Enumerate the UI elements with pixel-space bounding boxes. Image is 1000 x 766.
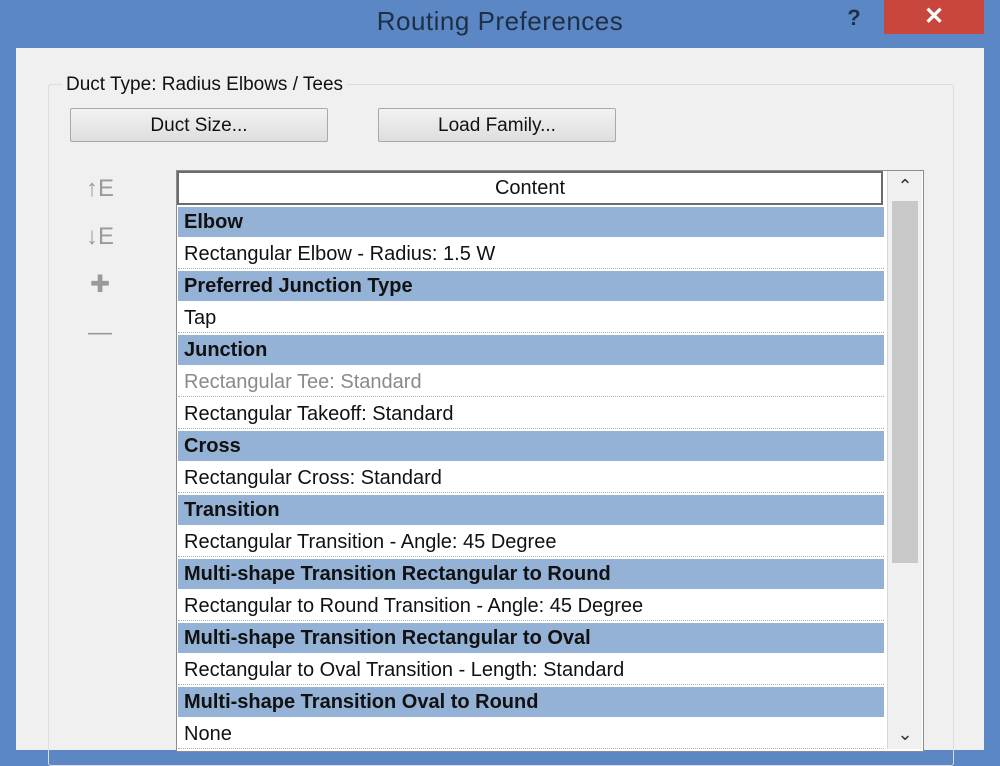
content-row[interactable]: Rectangular Cross: Standard — [178, 463, 884, 493]
content-row[interactable]: Rectangular Takeoff: Standard — [178, 399, 884, 429]
scroll-up-icon[interactable]: ⌃ — [888, 171, 922, 201]
load-family-button[interactable]: Load Family... — [378, 108, 616, 142]
section-header-row[interactable]: Multi-shape Transition Oval to Round — [178, 687, 884, 717]
scroll-down-icon[interactable]: ⌄ — [888, 719, 922, 749]
scroll-thumb[interactable] — [892, 201, 918, 563]
content-row[interactable]: Rectangular Transition - Angle: 45 Degre… — [178, 527, 884, 557]
section-header-row[interactable]: Elbow — [178, 207, 884, 237]
content-row[interactable]: None — [178, 719, 884, 749]
remove-icon[interactable]: — — [80, 316, 120, 350]
duct-type-label: Duct Type: Radius Elbows / Tees — [62, 74, 348, 96]
move-down-icon[interactable]: ↓E — [80, 220, 120, 254]
content-row[interactable]: Rectangular Elbow - Radius: 1.5 W — [178, 239, 884, 269]
duct-size-button[interactable]: Duct Size... — [70, 108, 328, 142]
content-row[interactable]: Rectangular Tee: Standard — [178, 367, 884, 397]
content-row[interactable]: Rectangular to Oval Transition - Length:… — [178, 655, 884, 685]
section-header-row[interactable]: Transition — [178, 495, 884, 525]
section-header-row[interactable]: Multi-shape Transition Rectangular to Ov… — [178, 623, 884, 653]
content-row[interactable]: Tap — [178, 303, 884, 333]
help-button[interactable]: ? — [836, 2, 872, 34]
vertical-scrollbar[interactable]: ⌃ ⌄ — [887, 171, 922, 749]
dialog-body: Duct Type: Radius Elbows / Tees Duct Siz… — [16, 48, 984, 766]
section-header-row[interactable]: Junction — [178, 335, 884, 365]
grid-rows: Elbow Rectangular Elbow - Radius: 1.5 W Pr… — [177, 207, 885, 751]
add-icon[interactable]: ✚ — [80, 268, 120, 302]
content-row[interactable]: Rectangular to Round Transition - Angle:… — [178, 591, 884, 621]
move-up-icon[interactable]: ↑E — [80, 172, 120, 206]
section-header-row[interactable]: Preferred Junction Type — [178, 271, 884, 301]
content-column-header[interactable]: Content — [177, 171, 883, 205]
close-button[interactable]: ✕ — [884, 0, 984, 34]
routing-grid: Content Elbow Rectangular Elbow - Radius:… — [176, 170, 924, 752]
section-header-row[interactable]: Multi-shape Transition Rectangular to Ro… — [178, 559, 884, 589]
section-header-row[interactable]: Cross — [178, 431, 884, 461]
title-bar: Routing Preferences ? ✕ — [0, 0, 1000, 48]
